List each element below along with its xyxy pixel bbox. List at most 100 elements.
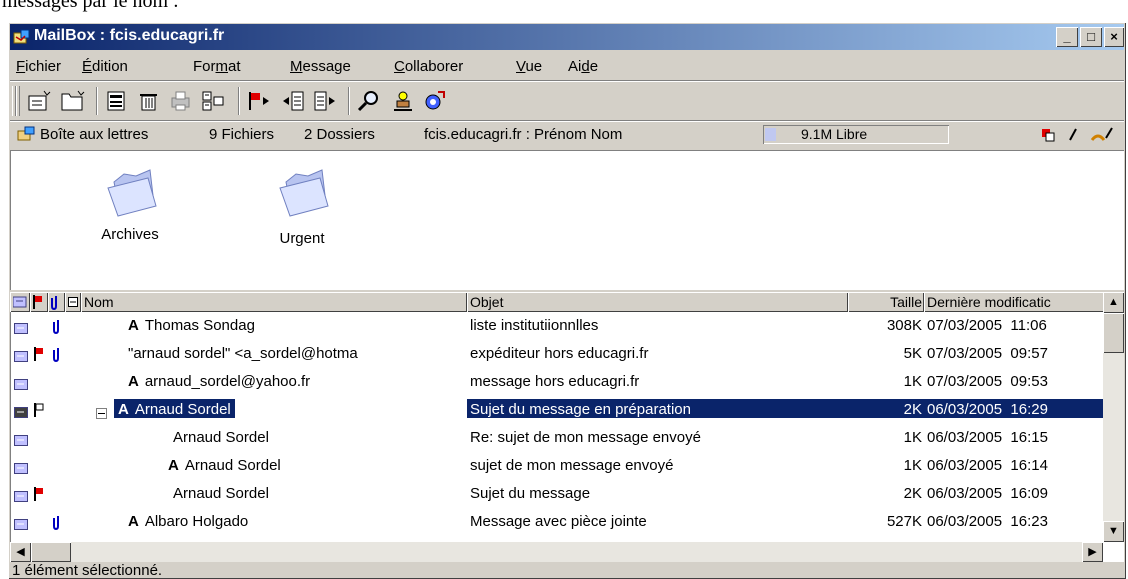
envelope-icon: [14, 489, 28, 506]
column-header-read[interactable]: [10, 292, 30, 312]
flag-icon: [33, 295, 42, 309]
menu-item-accesskey: d: [581, 58, 590, 75]
collab-icons[interactable]: [1040, 126, 1120, 144]
user-icon[interactable]: [390, 88, 416, 114]
column-header-attachment[interactable]: [48, 292, 65, 312]
close-button[interactable]: ×: [1104, 27, 1124, 47]
column-header-flag[interactable]: [30, 292, 48, 312]
flag-icon[interactable]: [34, 487, 44, 505]
folder-archives[interactable]: Archives: [100, 168, 160, 243]
scroll-down-button[interactable]: ▼: [1103, 521, 1124, 542]
maximize-button[interactable]: □: [1080, 27, 1102, 47]
compose-icon[interactable]: [104, 88, 130, 114]
menu-item-label: ollaborer: [404, 58, 464, 75]
size-cell: 2K: [848, 399, 924, 418]
flag-icon[interactable]: [34, 403, 44, 421]
message-row[interactable]: A Arnaud Sordel Sujet du message en prépar…: [10, 397, 1104, 424]
subject-cell: expéditeur hors educagri.fr: [470, 345, 649, 362]
minimize-button[interactable]: _: [1056, 27, 1078, 47]
sender-cell: A Thomas Sondag: [128, 315, 259, 334]
message-row[interactable]: A Arnaud Sordel sujet de mon message envoy…: [10, 453, 1103, 480]
flag-icon[interactable]: [34, 347, 44, 365]
menu-item-label: at: [228, 58, 241, 75]
toolbar-separator: [96, 87, 98, 115]
menu-item[interactable]: Vue: [516, 58, 542, 75]
menu-item-accesskey: M: [290, 58, 303, 75]
menu-item-label: For: [193, 58, 216, 75]
menu-item[interactable]: Message: [290, 58, 351, 75]
author-mark: A: [128, 513, 139, 530]
message-row[interactable]: Aarnaud_sordel@yahoo.fr message hors educ…: [10, 369, 1103, 396]
account-name: fcis.educagri.fr : Prénom Nom: [424, 126, 623, 143]
menu-item-accesskey: F: [16, 58, 26, 75]
envelope-icon: [14, 377, 28, 394]
print-icon[interactable]: [168, 88, 194, 114]
scroll-left-button[interactable]: ◀: [10, 542, 31, 562]
menu-item-label: Ai: [568, 58, 582, 75]
date-cell: 07/03/2005 09:57: [927, 345, 1048, 362]
flag-icon[interactable]: [246, 88, 272, 114]
maximize-icon: □: [1087, 29, 1095, 44]
view-icon[interactable]: [200, 88, 226, 114]
hscroll-thumb[interactable]: [31, 542, 71, 562]
message-row[interactable]: A Albaro Holgado Message avec pièce jointe…: [10, 509, 1103, 536]
scroll-right-button[interactable]: ▶: [1082, 542, 1103, 562]
column-header-subject[interactable]: Objet: [467, 292, 848, 312]
author-mark: A: [118, 401, 129, 418]
column-header-modified[interactable]: Dernière modificatic: [924, 292, 1104, 312]
menu-item[interactable]: Fichier: [16, 58, 61, 75]
folder-icon: [107, 169, 157, 217]
delete-icon[interactable]: [136, 88, 162, 114]
menu-item[interactable]: Collaborer: [394, 58, 463, 75]
status-text: 1 élément sélectionné.: [12, 562, 163, 579]
sender-cell: "arnaud sordel" <a_sordel@hotma: [128, 343, 362, 362]
folder-urgent[interactable]: Urgent: [272, 168, 332, 247]
date-cell: 06/03/2005 16:15: [927, 429, 1048, 446]
envelope-icon: [14, 321, 28, 338]
paperclip-icon: [51, 296, 57, 311]
message-row[interactable]: Arnaud Sordel Sujet du message 2K 06/03/200…: [10, 481, 1103, 508]
message-row[interactable]: A Thomas Sondag liste institutiionnlles 308…: [10, 313, 1103, 340]
title-bar[interactable]: MailBox : fcis.educagri.fr _ □ ×: [10, 24, 1124, 50]
send-receive-icon[interactable]: [422, 88, 448, 114]
new-folder-icon[interactable]: [60, 88, 86, 114]
sender-name: Thomas Sondag: [144, 317, 255, 334]
message-row[interactable]: "arnaud sordel" <a_sordel@hotma expéditeu…: [10, 341, 1103, 368]
paperclip-icon: [53, 346, 61, 366]
subject-cell: sujet de mon message envoyé: [470, 457, 674, 474]
menu-item[interactable]: Format: [193, 58, 241, 75]
toolbar-grip[interactable]: [16, 86, 20, 116]
mailbox-app-icon: [13, 29, 30, 44]
menu-item-label: ue: [525, 58, 543, 75]
column-header-size[interactable]: Taille: [848, 292, 924, 312]
column-header-thread[interactable]: [65, 292, 81, 312]
page-caption: messages par le nom :: [2, 0, 179, 12]
file-count: 9 Fichiers: [209, 126, 275, 143]
menu-item-accesskey: m: [215, 58, 229, 75]
scroll-up-button[interactable]: ▲: [1103, 292, 1124, 313]
message-row[interactable]: Arnaud Sordel Re: sujet de mon message en…: [10, 425, 1103, 452]
date-cell: 06/03/2005 16:09: [927, 485, 1048, 502]
subject-cell: Sujet du message: [470, 485, 591, 502]
envelope-icon: [14, 517, 28, 534]
toolbar-separator: [348, 87, 350, 115]
vertical-scrollbar[interactable]: ▲ ▼: [1103, 292, 1124, 542]
sender-cell: A Arnaud Sordel: [114, 399, 235, 418]
sender-name: Arnaud Sordel: [173, 485, 269, 502]
forward-icon[interactable]: [312, 88, 338, 114]
subject-cell: message hors educagri.fr: [470, 373, 640, 390]
horizontal-scrollbar[interactable]: ◀ ▶: [10, 542, 1103, 562]
author-mark: A: [128, 373, 139, 390]
reply-icon[interactable]: [280, 88, 306, 114]
new-message-icon[interactable]: [26, 88, 52, 114]
scroll-thumb[interactable]: [1103, 313, 1124, 353]
collapse-thread-icon[interactable]: [96, 406, 107, 423]
search-icon[interactable]: [356, 88, 382, 114]
close-icon: ×: [1110, 29, 1118, 44]
menu-item[interactable]: Édition: [82, 58, 128, 75]
menu-item[interactable]: Aide: [568, 58, 598, 75]
sender-name: Arnaud Sordel: [173, 429, 269, 446]
sender-cell: Arnaud Sordel: [173, 427, 273, 446]
info-bar: Boîte aux lettres 9 Fichiers 2 Dossiers …: [10, 122, 1124, 148]
column-header-name[interactable]: Nom: [81, 292, 467, 312]
